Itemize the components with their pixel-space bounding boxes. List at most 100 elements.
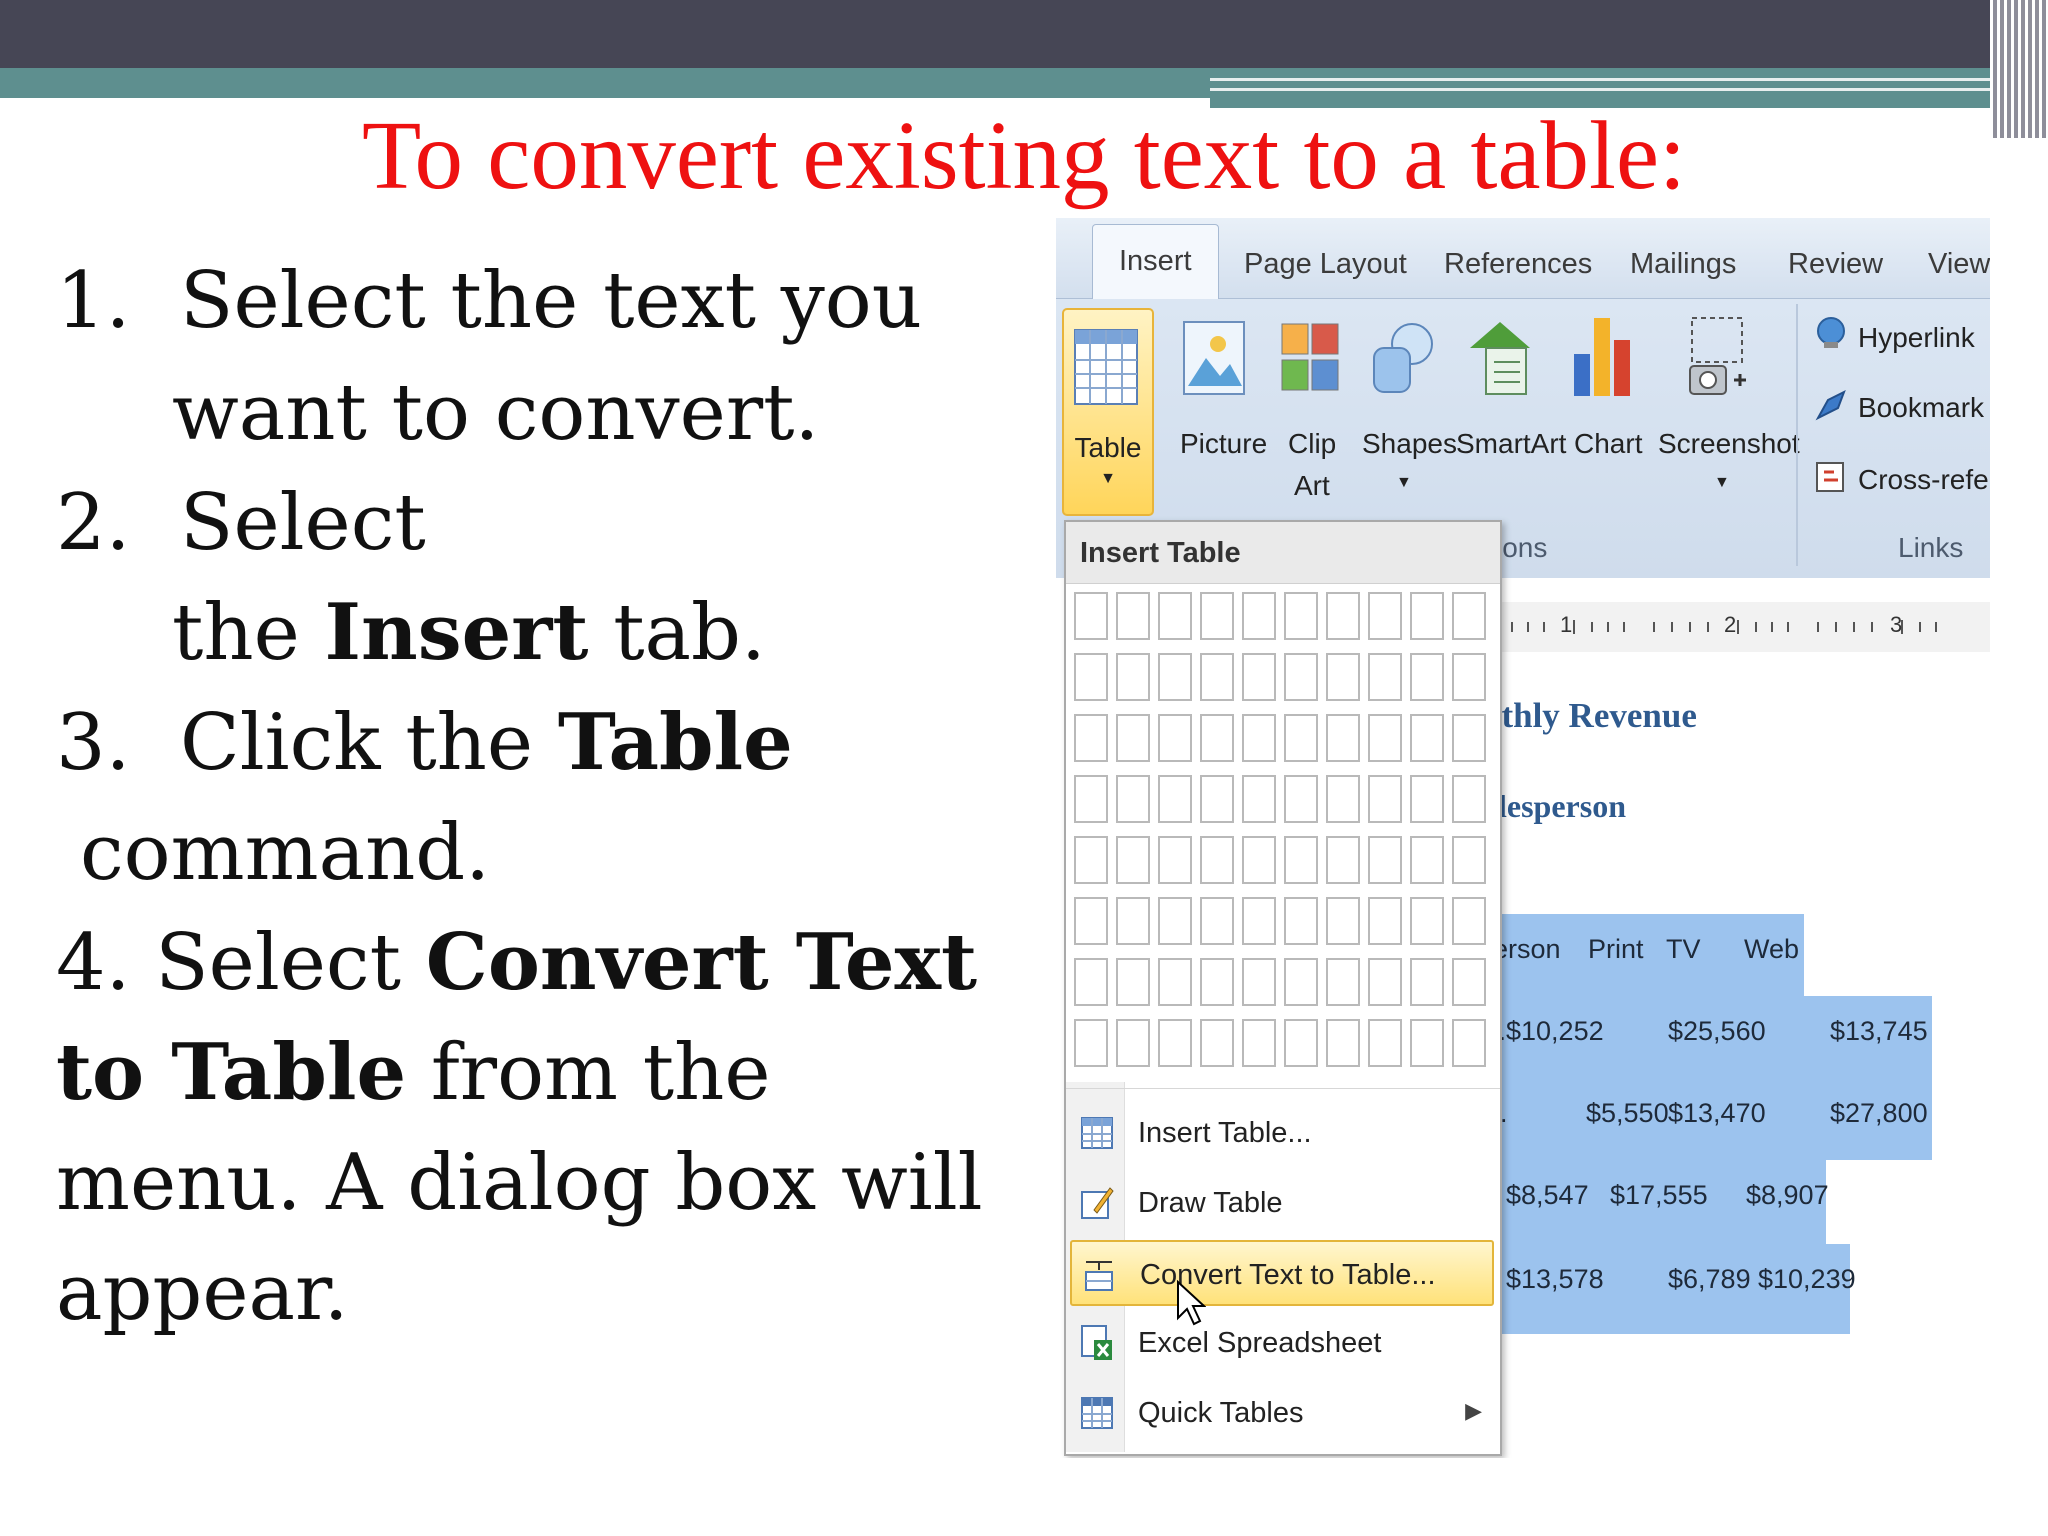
cross-reference-button[interactable]: Cross-refere <box>1858 464 1990 496</box>
grid-cell[interactable] <box>1326 1019 1360 1067</box>
grid-cell[interactable] <box>1410 1019 1444 1067</box>
grid-cell[interactable] <box>1284 775 1318 823</box>
grid-cell[interactable] <box>1368 958 1402 1006</box>
screenshot-button-label[interactable]: Screenshot <box>1658 428 1800 460</box>
document-area[interactable]: nthly Revenue alesperson person Print TV… <box>1476 652 1990 1458</box>
grid-cell[interactable] <box>1158 714 1192 762</box>
grid-cell[interactable] <box>1200 958 1234 1006</box>
grid-cell[interactable] <box>1074 714 1108 762</box>
grid-cell[interactable] <box>1158 1019 1192 1067</box>
grid-cell[interactable] <box>1284 1019 1318 1067</box>
grid-cell[interactable] <box>1200 836 1234 884</box>
grid-cell[interactable] <box>1284 958 1318 1006</box>
grid-cell[interactable] <box>1200 714 1234 762</box>
tab-mailings[interactable]: Mailings <box>1630 238 1736 290</box>
grid-cell[interactable] <box>1284 897 1318 945</box>
grid-cell[interactable] <box>1200 592 1234 640</box>
grid-cell[interactable] <box>1158 653 1192 701</box>
grid-cell[interactable] <box>1074 1019 1108 1067</box>
grid-cell[interactable] <box>1242 897 1276 945</box>
grid-cell[interactable] <box>1158 836 1192 884</box>
tab-view[interactable]: View <box>1928 238 1990 290</box>
grid-cell[interactable] <box>1200 1019 1234 1067</box>
grid-cell[interactable] <box>1242 836 1276 884</box>
grid-cell[interactable] <box>1452 958 1486 1006</box>
grid-cell[interactable] <box>1074 897 1108 945</box>
grid-cell[interactable] <box>1410 653 1444 701</box>
grid-cell[interactable] <box>1116 714 1150 762</box>
grid-cell[interactable] <box>1326 897 1360 945</box>
grid-cell[interactable] <box>1242 592 1276 640</box>
grid-cell[interactable] <box>1368 1019 1402 1067</box>
hyperlink-button[interactable]: Hyperlink <box>1858 322 1975 354</box>
grid-cell[interactable] <box>1284 714 1318 762</box>
grid-cell[interactable] <box>1410 592 1444 640</box>
grid-cell[interactable] <box>1368 775 1402 823</box>
grid-cell[interactable] <box>1452 714 1486 762</box>
grid-cell[interactable] <box>1410 958 1444 1006</box>
table-size-grid[interactable] <box>1074 592 1494 1088</box>
menu-item-excel-spreadsheet[interactable]: Excel Spreadsheet <box>1070 1310 1494 1376</box>
grid-cell[interactable] <box>1074 653 1108 701</box>
grid-cell[interactable] <box>1158 592 1192 640</box>
grid-cell[interactable] <box>1326 653 1360 701</box>
grid-cell[interactable] <box>1116 1019 1150 1067</box>
tab-references[interactable]: References <box>1444 238 1592 290</box>
grid-cell[interactable] <box>1410 775 1444 823</box>
grid-cell[interactable] <box>1368 653 1402 701</box>
grid-cell[interactable] <box>1158 958 1192 1006</box>
grid-cell[interactable] <box>1200 653 1234 701</box>
grid-cell[interactable] <box>1242 958 1276 1006</box>
grid-cell[interactable] <box>1368 714 1402 762</box>
grid-cell[interactable] <box>1452 653 1486 701</box>
grid-cell[interactable] <box>1452 1019 1486 1067</box>
grid-cell[interactable] <box>1284 653 1318 701</box>
grid-cell[interactable] <box>1326 775 1360 823</box>
grid-cell[interactable] <box>1242 1019 1276 1067</box>
grid-cell[interactable] <box>1116 836 1150 884</box>
bookmark-button[interactable]: Bookmark <box>1858 392 1984 424</box>
grid-cell[interactable] <box>1116 958 1150 1006</box>
grid-cell[interactable] <box>1326 714 1360 762</box>
clip-art-label-1[interactable]: Clip <box>1288 428 1336 460</box>
grid-cell[interactable] <box>1074 836 1108 884</box>
menu-item-insert-table[interactable]: Insert Table... <box>1070 1100 1494 1166</box>
shapes-button-label[interactable]: Shapes <box>1362 428 1457 460</box>
grid-cell[interactable] <box>1452 897 1486 945</box>
menu-item-draw-table[interactable]: Draw Table <box>1070 1170 1494 1236</box>
grid-cell[interactable] <box>1368 592 1402 640</box>
menu-item-convert-text-to-table[interactable]: Convert Text to Table... <box>1070 1240 1494 1326</box>
grid-cell[interactable] <box>1116 897 1150 945</box>
grid-cell[interactable] <box>1368 897 1402 945</box>
grid-cell[interactable] <box>1284 592 1318 640</box>
grid-cell[interactable] <box>1410 836 1444 884</box>
grid-cell[interactable] <box>1242 775 1276 823</box>
grid-cell[interactable] <box>1368 836 1402 884</box>
grid-cell[interactable] <box>1116 775 1150 823</box>
grid-cell[interactable] <box>1326 836 1360 884</box>
grid-cell[interactable] <box>1284 836 1318 884</box>
grid-cell[interactable] <box>1452 775 1486 823</box>
grid-cell[interactable] <box>1158 897 1192 945</box>
table-button[interactable]: Table ▼ <box>1062 308 1154 516</box>
grid-cell[interactable] <box>1200 897 1234 945</box>
menu-item-quick-tables[interactable]: Quick Tables ▶ <box>1070 1380 1494 1446</box>
grid-cell[interactable] <box>1452 836 1486 884</box>
grid-cell[interactable] <box>1116 653 1150 701</box>
grid-cell[interactable] <box>1326 958 1360 1006</box>
grid-cell[interactable] <box>1074 592 1108 640</box>
tab-insert[interactable]: Insert <box>1092 224 1219 299</box>
grid-cell[interactable] <box>1200 775 1234 823</box>
smartart-button-label[interactable]: SmartArt <box>1456 428 1566 460</box>
tab-page-layout[interactable]: Page Layout <box>1244 238 1407 290</box>
grid-cell[interactable] <box>1074 958 1108 1006</box>
tab-review[interactable]: Review <box>1788 238 1883 290</box>
picture-button-label[interactable]: Picture <box>1180 428 1267 460</box>
grid-cell[interactable] <box>1074 775 1108 823</box>
grid-cell[interactable] <box>1326 592 1360 640</box>
grid-cell[interactable] <box>1242 653 1276 701</box>
chart-button-label[interactable]: Chart <box>1574 428 1642 460</box>
grid-cell[interactable] <box>1452 592 1486 640</box>
grid-cell[interactable] <box>1410 714 1444 762</box>
grid-cell[interactable] <box>1116 592 1150 640</box>
